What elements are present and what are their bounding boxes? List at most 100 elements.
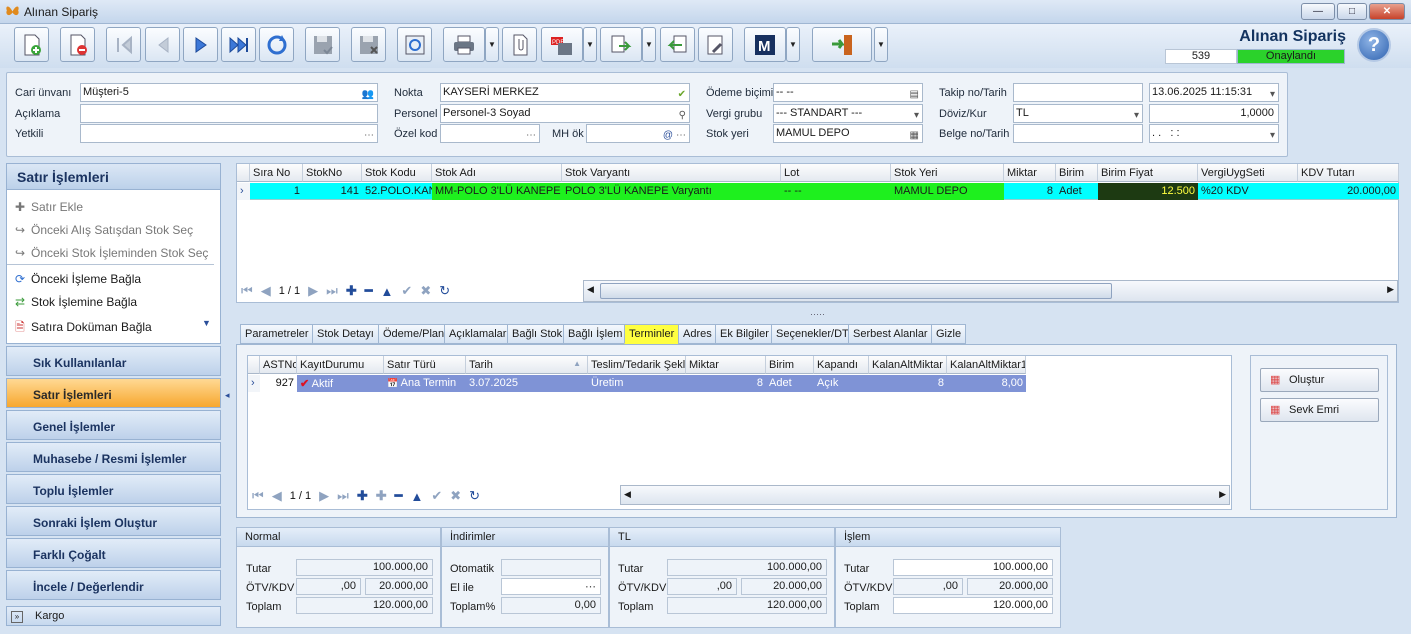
pdf-button[interactable]: PDF (541, 27, 583, 62)
maximize-button[interactable]: □ (1337, 3, 1367, 20)
nav-farkli-cogalt[interactable]: Farklı Çoğalt (6, 538, 221, 568)
refresh-icon[interactable]: ↻ (439, 283, 450, 299)
users-icon[interactable]: 👥 (362, 86, 374, 101)
cancel-icon[interactable]: ✖ (450, 488, 461, 504)
col-satir-turu[interactable]: Satır Türü (384, 356, 466, 374)
action-stok-islemine-bagla[interactable]: ⇄ Stok İşlemine Bağla (7, 291, 220, 314)
col-miktar[interactable]: Miktar (1004, 164, 1056, 182)
settings-button[interactable] (698, 27, 733, 62)
splitter-arrow-icon[interactable]: ◂ (225, 390, 230, 401)
expand-icon[interactable]: » (11, 611, 23, 623)
scroll-right-icon[interactable]: ▶ (1219, 489, 1226, 500)
cari-field[interactable]: Müşteri-5 👥 (80, 83, 378, 102)
tab-serbest-alanlar[interactable]: Serbest Alanlar (848, 324, 933, 344)
col-term-miktar[interactable]: Miktar (686, 356, 766, 374)
module-button[interactable]: M (744, 27, 786, 62)
ozelkod-field[interactable]: ⋯ (440, 124, 540, 143)
nav-toplu-islemler[interactable]: Toplu İşlemler (6, 474, 221, 504)
tab-odeme-plan[interactable]: Ödeme/Plan (378, 324, 450, 344)
pdf-dropdown[interactable]: ▼ (583, 27, 597, 62)
indirim-elile-field[interactable]: ⋯ (501, 578, 601, 595)
person-search-icon[interactable]: ⚲ (679, 107, 686, 122)
refresh-button[interactable] (259, 27, 294, 62)
action-dokuman-bagla[interactable]: 🗎 Satıra Doküman Bağla ▼ (7, 314, 220, 337)
ellipsis-icon[interactable]: ⋯ (585, 581, 596, 593)
scroll-left-icon[interactable]: ◀ (587, 284, 594, 295)
col-birim[interactable]: Birim (1056, 164, 1098, 182)
col-birim-fiyat[interactable]: Birim Fiyat (1098, 164, 1198, 182)
table-row[interactable]: › 927 ✔ Aktif 📅 Ana Termin 3.07.2025 Üre… (248, 375, 1026, 392)
remove-row-icon[interactable]: ━ (365, 283, 373, 299)
col-stok-yeri[interactable]: Stok Yeri (891, 164, 1004, 182)
col-kdv-tutari[interactable]: KDV Tutarı (1298, 164, 1399, 182)
scroll-right-icon[interactable]: ▶ (1387, 284, 1394, 295)
col-stok-adi[interactable]: Stok Adı (432, 164, 562, 182)
tab-terminler[interactable]: Terminler (624, 324, 680, 344)
confirm-icon[interactable]: ✔ (431, 488, 442, 504)
nav-satir-islemleri[interactable]: Satır İşlemleri (6, 378, 221, 408)
exit-button[interactable] (812, 27, 872, 62)
add-sub-row-icon[interactable]: ✚ (376, 488, 387, 504)
tab-bagli-stok[interactable]: Bağlı Stok (507, 324, 568, 344)
next-page-icon[interactable]: ▶ (308, 283, 318, 299)
splitter-handle[interactable]: ····· (810, 309, 825, 319)
add-row-icon[interactable]: ✚ (346, 283, 357, 299)
nav-genel-islemler[interactable]: Genel İşlemler (6, 410, 221, 440)
tab-bagli-islem[interactable]: Bağlı İşlem (563, 324, 628, 344)
action-onceki-alis[interactable]: ↪ Önceki Alış Satışdan Stok Seç (7, 219, 220, 242)
kur-field[interactable]: 1,0000 (1149, 104, 1279, 123)
yetkili-field[interactable]: ⋯ (80, 124, 378, 143)
col-vergi[interactable]: VergiUygSeti (1198, 164, 1298, 182)
action-satir-ekle[interactable]: ✚ Satır Ekle (7, 196, 220, 219)
delete-record-button[interactable] (60, 27, 95, 62)
move-up-icon[interactable]: ▲ (410, 489, 423, 504)
ellipsis-icon[interactable]: ⋯ (364, 127, 374, 142)
odeme-field[interactable]: -- -- ▤ (773, 83, 923, 102)
tab-aciklamalar[interactable]: Açıklamalar (444, 324, 512, 344)
attach-button[interactable] (502, 27, 537, 62)
move-up-icon[interactable]: ▲ (381, 284, 394, 299)
calendar-list-icon[interactable]: ▤ (910, 86, 919, 101)
previous-record-button[interactable] (145, 27, 180, 62)
tab-gizle[interactable]: Gizle (931, 324, 967, 344)
olustur-button[interactable]: ▦ Oluştur (1260, 368, 1379, 392)
minimize-button[interactable]: — (1301, 3, 1335, 20)
col-kayit-durumu[interactable]: KayıtDurumu (297, 356, 384, 374)
at-email-icon[interactable]: @ (663, 127, 673, 142)
tab-parametreler[interactable]: Parametreler (240, 324, 314, 344)
nav-incele[interactable]: İncele / Değerlendir (6, 570, 221, 600)
ellipsis-icon[interactable]: ⋯ (526, 127, 536, 142)
print-button[interactable] (443, 27, 485, 62)
col-tarih[interactable]: Tarih ▲ (466, 356, 588, 374)
col-kalan1[interactable]: KalanAltMiktar1 (947, 356, 1026, 374)
first-page-icon[interactable]: ⏮ (252, 488, 264, 504)
doviz-select[interactable]: TL ▾ (1013, 104, 1143, 123)
belge-field[interactable] (1013, 124, 1143, 143)
nav-muhasebe[interactable]: Muhasebe / Resmi İşlemler (6, 442, 221, 472)
chevron-down-icon[interactable]: ▼ (202, 318, 211, 328)
terms-horizontal-scrollbar[interactable]: ◀ ▶ (620, 485, 1230, 505)
confirm-icon[interactable]: ✔ (401, 283, 412, 299)
takip-field[interactable] (1013, 83, 1143, 102)
help-button[interactable]: ? (1357, 28, 1391, 62)
cell-fiyat[interactable]: 12.500 (1098, 183, 1198, 200)
tab-stok-detayi[interactable]: Stok Detayı (312, 324, 379, 344)
kargo-bar[interactable]: » Kargo (6, 606, 221, 626)
export-dropdown[interactable]: ▼ (642, 27, 656, 62)
col-stokno[interactable]: StokNo (303, 164, 362, 182)
save-button[interactable] (305, 27, 340, 62)
last-page-icon[interactable]: ⏭ (337, 488, 349, 504)
table-row[interactable]: › 1 141 52.POLO.KAN MM-POLO 3'LÜ KANEPE … (237, 183, 1399, 200)
chevron-down-icon[interactable]: ▾ (1134, 107, 1139, 122)
aciklama-field[interactable] (80, 104, 378, 123)
export-button[interactable] (600, 27, 642, 62)
first-record-button[interactable] (106, 27, 141, 62)
module-dropdown[interactable]: ▼ (786, 27, 800, 62)
col-kalan[interactable]: KalanAltMiktar (869, 356, 947, 374)
action-onceki-isleme-bagla[interactable]: ⟳ Önceki İşleme Bağla (7, 268, 220, 291)
personel-field[interactable]: Personel-3 Soyad ⚲ (440, 104, 690, 123)
scroll-thumb[interactable] (600, 283, 1112, 299)
new-record-button[interactable] (14, 27, 49, 62)
action-onceki-stok[interactable]: ↪ Önceki Stok İşleminden Stok Seç (7, 242, 214, 265)
chevron-down-icon[interactable]: ▾ (1270, 86, 1275, 101)
